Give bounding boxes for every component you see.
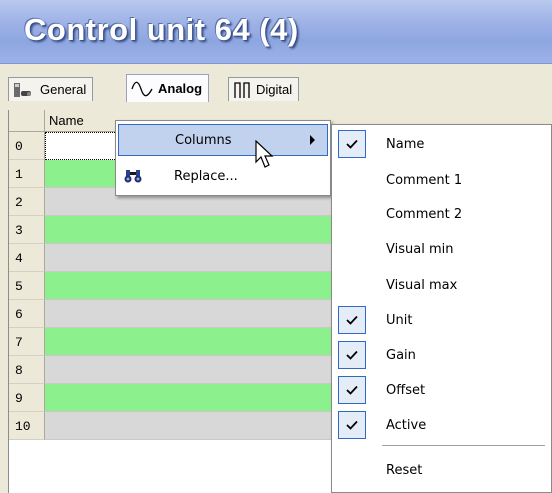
column-toggle-offset[interactable]: Offset: [336, 375, 550, 405]
pulse-wave-icon: [233, 81, 251, 99]
row-index: 1: [9, 160, 45, 188]
checkmark-icon: [338, 411, 366, 439]
column-toggle-unit[interactable]: Unit: [336, 305, 550, 335]
checkmark-icon: [338, 130, 366, 158]
tab-strip: General Analog Digital: [0, 64, 552, 110]
title-bar: Control unit 64 (4): [0, 0, 552, 64]
column-toggle-comment-2[interactable]: Comment 2: [336, 199, 550, 229]
menu-item-replace[interactable]: Replace...: [118, 160, 328, 192]
reset-label: Reset: [386, 462, 423, 478]
column-option-label: Active: [386, 417, 427, 433]
menu-item-label: Columns: [175, 132, 232, 148]
row-index: 6: [9, 300, 45, 328]
row-index: 8: [9, 356, 45, 384]
context-menu: Columns Replace...: [115, 120, 331, 196]
column-option-label: Visual min: [386, 241, 454, 257]
tab-digital[interactable]: Digital: [228, 77, 300, 101]
tab-general[interactable]: General: [8, 77, 94, 101]
columns-submenu: Name Comment 1 Comment 2 Visual min Visu…: [331, 124, 552, 493]
checkmark-icon: [338, 341, 366, 369]
row-index: 4: [9, 244, 45, 272]
column-header-name[interactable]: Name: [45, 110, 88, 131]
reset-columns-item[interactable]: Reset: [336, 455, 550, 485]
tab-label: General: [40, 82, 87, 97]
row-index: 10: [9, 412, 45, 440]
window-title: Control unit 64 (4): [24, 12, 299, 47]
mouse-pointer-icon: [255, 139, 277, 173]
tab-analog[interactable]: Analog: [126, 74, 210, 102]
header-corner: [9, 110, 45, 131]
column-option-label: Visual max: [386, 277, 458, 293]
column-toggle-gain[interactable]: Gain: [336, 340, 550, 370]
menu-item-label: Replace...: [174, 168, 238, 184]
column-option-label: Offset: [386, 382, 426, 398]
general-icon: [13, 81, 35, 99]
checkmark-icon: [338, 306, 366, 334]
submenu-arrow-icon: [310, 135, 315, 145]
row-index: 7: [9, 328, 45, 356]
row-index: 2: [9, 188, 45, 216]
column-option-label: Gain: [386, 347, 416, 363]
menu-item-columns[interactable]: Columns: [118, 124, 328, 156]
row-index: 9: [9, 384, 45, 412]
sine-wave-icon: [131, 81, 153, 97]
column-toggle-visual-max[interactable]: Visual max: [336, 270, 550, 300]
tab-label: Digital: [256, 82, 293, 97]
column-option-label: Comment 2: [386, 206, 463, 222]
tab-label: Analog: [158, 81, 203, 96]
checkmark-icon: [338, 376, 366, 404]
row-index: 0: [9, 132, 45, 160]
column-toggle-name[interactable]: Name: [336, 129, 550, 159]
column-toggle-active[interactable]: Active: [336, 410, 550, 440]
row-index: 5: [9, 272, 45, 300]
column-option-label: Name: [386, 136, 425, 152]
row-index: 3: [9, 216, 45, 244]
column-toggle-visual-min[interactable]: Visual min: [336, 234, 550, 264]
menu-separator: [382, 445, 545, 446]
column-toggle-comment-1[interactable]: Comment 1: [336, 165, 550, 195]
column-option-label: Comment 1: [386, 172, 463, 188]
binoculars-icon: [118, 168, 148, 184]
column-option-label: Unit: [386, 312, 413, 328]
